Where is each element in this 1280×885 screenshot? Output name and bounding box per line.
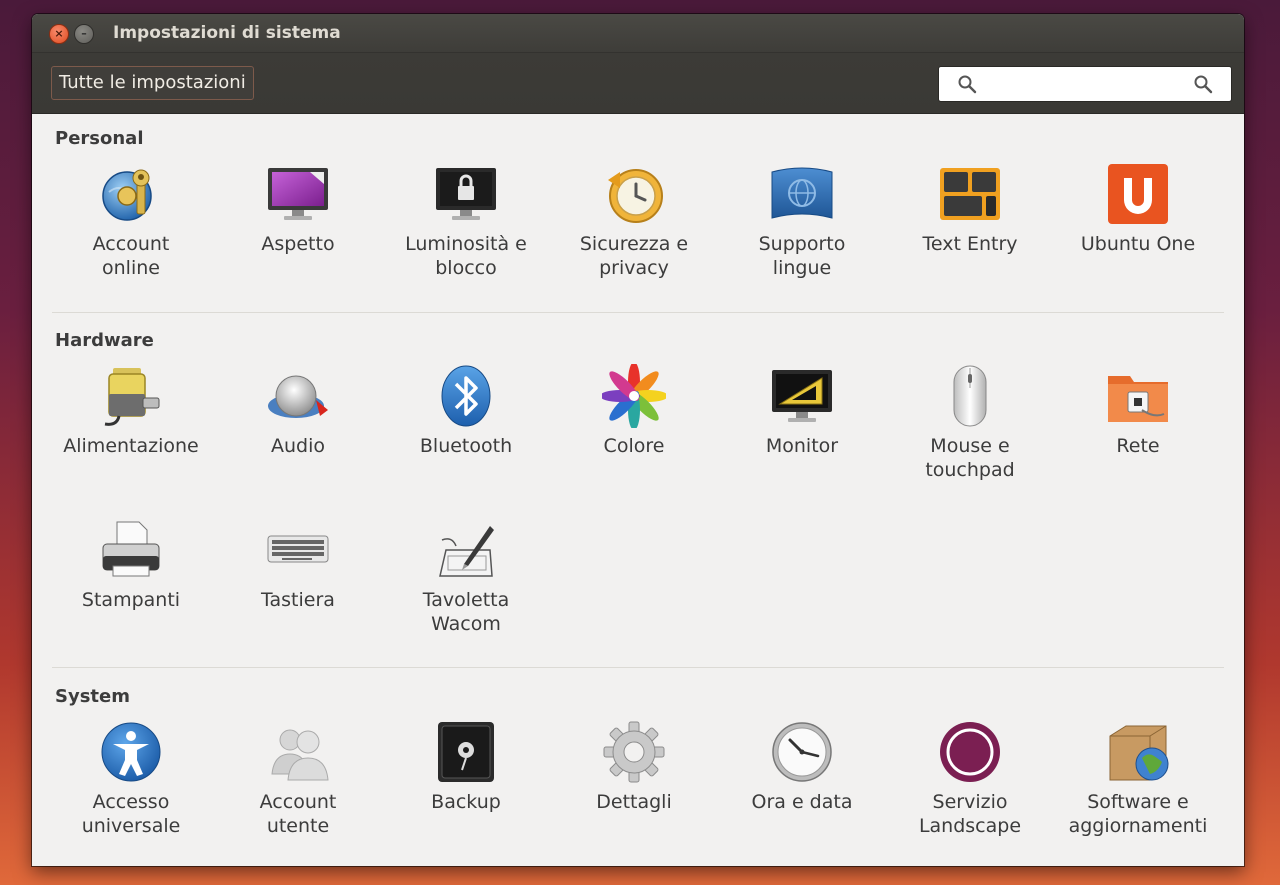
item-label: Landscape xyxy=(918,815,1022,837)
settings-content: Personal Account online Aspetto Luminosi… xyxy=(32,114,1244,866)
search-clear-icon[interactable] xyxy=(1193,74,1213,94)
item-display[interactable]: Monitor xyxy=(717,364,887,458)
item-label: universale xyxy=(81,815,181,837)
item-label: Software e xyxy=(1087,791,1189,813)
search-input[interactable] xyxy=(938,66,1232,102)
bluetooth-icon xyxy=(441,365,491,427)
item-mouse-touchpad[interactable]: Mouse e touchpad xyxy=(885,364,1055,482)
minimize-button[interactable]: – xyxy=(74,24,94,44)
section-divider xyxy=(52,667,1224,668)
text-entry-icon xyxy=(940,168,1000,220)
item-label: Sicurezza e xyxy=(579,233,689,255)
item-online-accounts[interactable]: Account online xyxy=(46,162,216,280)
title-bar: × – Impostazioni di sistema xyxy=(32,14,1244,53)
item-keyboard[interactable]: Tastiera xyxy=(213,518,383,612)
item-label: aggiornamenti xyxy=(1068,815,1208,837)
item-label: Ubuntu One xyxy=(1080,233,1196,255)
universal-access-icon xyxy=(101,722,161,782)
item-user-accounts[interactable]: Account utente xyxy=(213,720,383,838)
item-sound[interactable]: Audio xyxy=(213,364,383,458)
item-color[interactable]: Colore xyxy=(549,364,719,458)
wacom-tablet-icon xyxy=(439,526,494,577)
item-label: Dettagli xyxy=(596,791,672,813)
sound-icon xyxy=(268,375,328,418)
item-label: Accesso xyxy=(92,791,170,813)
item-network[interactable]: Rete xyxy=(1053,364,1223,458)
item-label: Supporto xyxy=(758,233,846,255)
item-wacom-tablet[interactable]: Tavoletta Wacom xyxy=(381,518,551,636)
item-backup[interactable]: Backup xyxy=(381,720,551,814)
display-icon xyxy=(772,370,832,422)
search-icon xyxy=(958,75,977,94)
section-title-system: System xyxy=(55,686,130,707)
item-label: online xyxy=(102,257,160,279)
item-bluetooth[interactable]: Bluetooth xyxy=(381,364,551,458)
item-label: touchpad xyxy=(925,459,1015,481)
backup-icon xyxy=(438,722,494,782)
item-label: utente xyxy=(266,815,330,837)
online-accounts-icon xyxy=(102,169,152,221)
section-title-personal: Personal xyxy=(55,128,144,149)
item-label: blocco xyxy=(435,257,497,279)
item-label: Tastiera xyxy=(261,589,335,611)
item-label: Tavoletta xyxy=(422,589,510,611)
item-label: Bluetooth xyxy=(419,435,513,457)
printer-icon xyxy=(102,521,160,577)
item-details[interactable]: Dettagli xyxy=(549,720,719,814)
item-label: lingue xyxy=(772,257,832,279)
item-text-entry[interactable]: Text Entry xyxy=(885,162,1055,256)
settings-window: × – Impostazioni di sistema Tutte le imp… xyxy=(32,14,1244,866)
item-power[interactable]: Alimentazione xyxy=(46,364,216,458)
item-time-date[interactable]: Ora e data xyxy=(717,720,887,814)
item-label: Luminosità e xyxy=(405,233,527,255)
item-label: Backup xyxy=(431,791,501,813)
item-label: Wacom xyxy=(431,613,501,635)
item-label: Monitor xyxy=(765,435,839,457)
appearance-icon xyxy=(268,168,328,220)
item-universal-access[interactable]: Accesso universale xyxy=(46,720,216,838)
all-settings-button[interactable]: Tutte le impostazioni xyxy=(51,66,254,100)
item-ubuntu-one[interactable]: Ubuntu One xyxy=(1053,162,1223,256)
item-appearance[interactable]: Aspetto xyxy=(213,162,383,256)
user-accounts-icon xyxy=(271,729,329,781)
item-label: Ora e data xyxy=(751,791,853,813)
item-label: Rete xyxy=(1116,435,1160,457)
time-date-icon xyxy=(772,722,832,782)
item-landscape[interactable]: Servizio Landscape xyxy=(885,720,1055,838)
mouse-icon xyxy=(953,365,987,427)
item-security-privacy[interactable]: Sicurezza e privacy xyxy=(549,162,719,280)
item-label: Alimentazione xyxy=(63,435,199,457)
landscape-icon xyxy=(940,722,1000,782)
close-button[interactable]: × xyxy=(49,24,69,44)
item-label: Account xyxy=(92,233,170,255)
item-software-updates[interactable]: Software e aggiornamenti xyxy=(1053,720,1223,838)
power-icon xyxy=(104,368,160,426)
item-printers[interactable]: Stampanti xyxy=(46,518,216,612)
item-label: Account xyxy=(259,791,337,813)
color-icon xyxy=(602,364,666,428)
ubuntu-one-icon xyxy=(1108,164,1168,224)
security-privacy-icon xyxy=(608,169,663,223)
item-label: Text Entry xyxy=(922,233,1018,255)
item-label: privacy xyxy=(599,257,669,279)
item-language-support[interactable]: Supporto lingue xyxy=(717,162,887,280)
item-label: Audio xyxy=(270,435,325,457)
window-title: Impostazioni di sistema xyxy=(113,23,341,43)
software-updates-icon xyxy=(1109,725,1169,781)
details-icon xyxy=(603,721,665,783)
section-title-hardware: Hardware xyxy=(55,330,154,351)
keyboard-icon xyxy=(267,535,329,563)
toolbar: Tutte le impostazioni xyxy=(32,53,1244,114)
item-label: Colore xyxy=(603,435,665,457)
item-brightness-lock[interactable]: Luminosità e blocco xyxy=(381,162,551,280)
brightness-lock-icon xyxy=(436,168,496,220)
item-label: Mouse e xyxy=(930,435,1010,457)
item-label: Aspetto xyxy=(261,233,335,255)
network-icon xyxy=(1108,376,1168,422)
language-support-icon xyxy=(771,167,833,219)
item-label: Stampanti xyxy=(81,589,181,611)
section-divider xyxy=(52,312,1224,313)
item-label: Servizio xyxy=(932,791,1008,813)
